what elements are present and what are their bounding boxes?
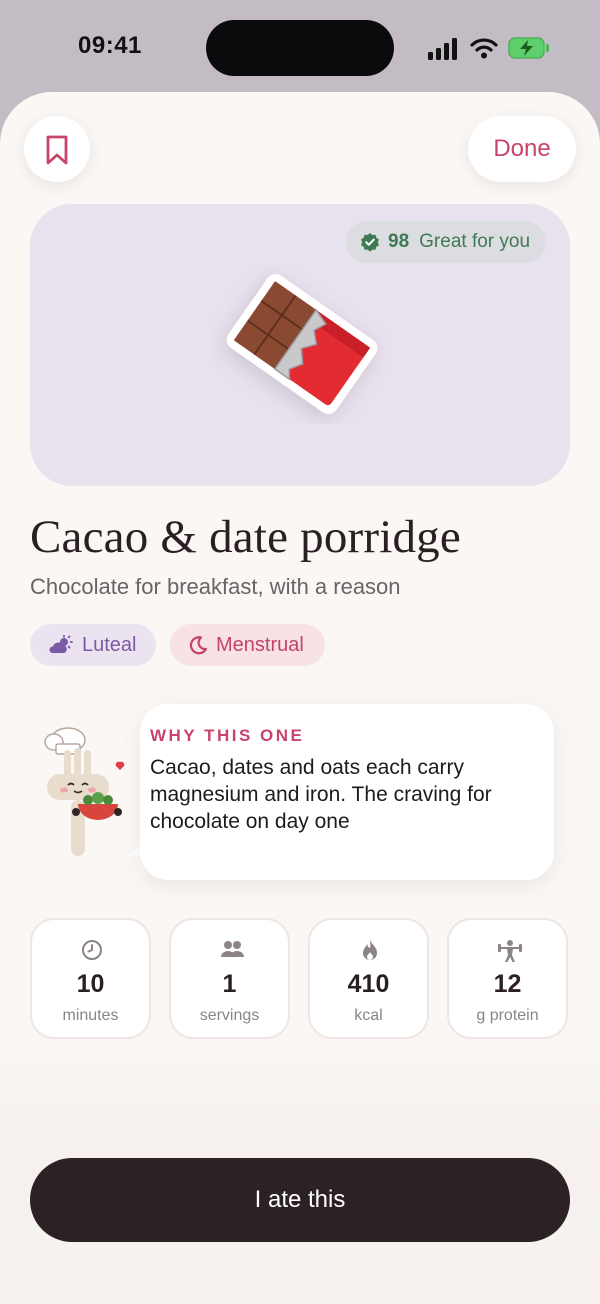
done-button[interactable]: Done xyxy=(468,116,576,182)
phase-chip-label: Luteal xyxy=(82,633,137,656)
hero-card: 98 Great for you xyxy=(30,204,570,486)
bookmark-button[interactable] xyxy=(24,116,90,182)
clock-icon xyxy=(82,940,102,960)
why-text: Cacao, dates and oats each carry magnesi… xyxy=(150,756,492,833)
chocolate-bar-image xyxy=(226,274,378,414)
score-value: 98 xyxy=(388,231,410,252)
score-label: Great for you xyxy=(419,231,531,252)
status-bar: 09:41 xyxy=(0,0,600,96)
why-heading: WHY THIS ONE xyxy=(150,726,305,745)
wifi-icon xyxy=(470,38,498,59)
stat-value: 10 xyxy=(76,970,105,998)
stat-label: kcal xyxy=(354,1007,383,1024)
phase-chip-label: Menstrual xyxy=(216,633,304,656)
phase-chip-luteal[interactable]: Luteal xyxy=(30,624,156,666)
status-time: 09:41 xyxy=(78,32,142,59)
stat-calories: 410 kcal xyxy=(308,918,429,1039)
stat-value: 12 xyxy=(493,970,522,998)
cloud-sun-icon xyxy=(49,635,73,653)
stat-time: 10 minutes xyxy=(30,918,151,1039)
bookmark-icon xyxy=(46,135,68,165)
stat-value: 1 xyxy=(222,970,237,998)
stat-label: minutes xyxy=(62,1007,119,1024)
recipe-title: Cacao & date porridge xyxy=(30,511,461,563)
moon-icon xyxy=(189,636,208,655)
i-ate-this-button[interactable]: I ate this xyxy=(30,1158,570,1242)
why-this-one-bubble: WHY THIS ONE Cacao, dates and oats each … xyxy=(140,704,554,880)
weightlifter-icon xyxy=(498,940,522,962)
stat-label: servings xyxy=(199,1007,260,1024)
stat-servings: 1 servings xyxy=(169,918,290,1039)
verified-check-icon xyxy=(361,233,379,252)
recipe-subtitle: Chocolate for breakfast, with a reason xyxy=(30,574,401,599)
flame-icon xyxy=(363,940,377,960)
phase-chip-menstrual[interactable]: Menstrual xyxy=(170,624,325,666)
recipe-sheet: Done 98 Great for you Cacao & date porri… xyxy=(0,92,600,1304)
score-badge: 98 Great for you xyxy=(346,221,547,263)
battery-charging-icon xyxy=(508,37,549,59)
signal-icon xyxy=(428,38,457,60)
stat-value: 410 xyxy=(347,970,390,998)
status-icons xyxy=(428,36,550,62)
people-icon xyxy=(221,941,244,957)
stat-label: g protein xyxy=(476,1007,539,1024)
dynamic-island xyxy=(206,20,394,76)
stat-protein: 12 g protein xyxy=(447,918,568,1039)
